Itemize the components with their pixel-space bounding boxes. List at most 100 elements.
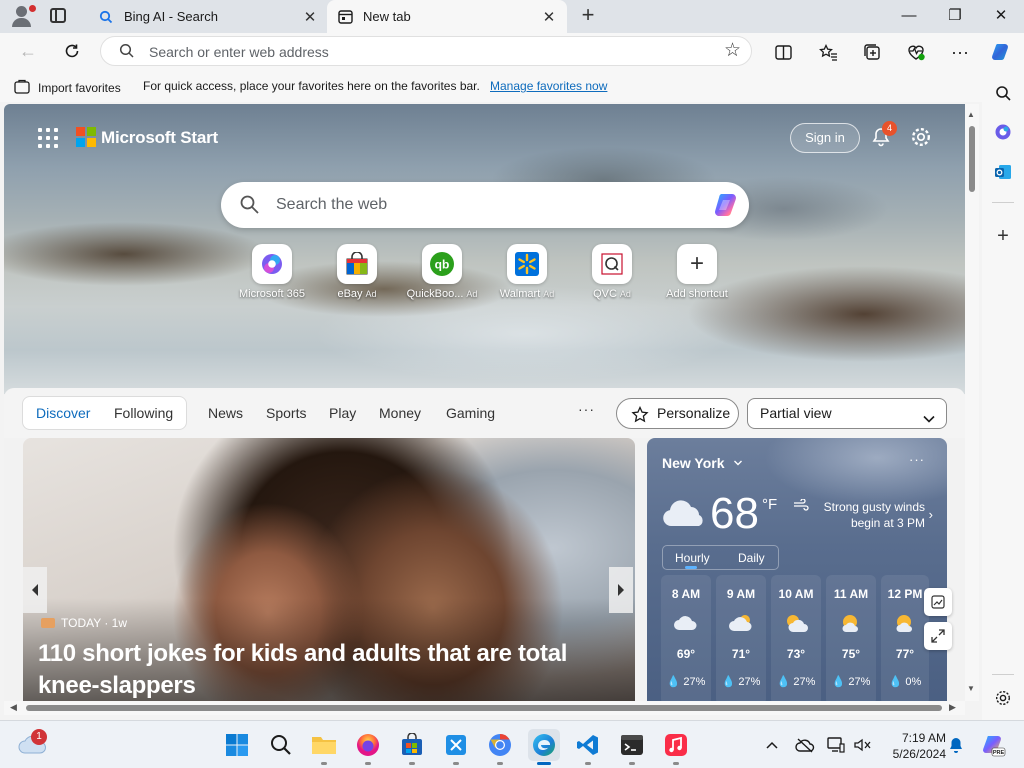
file-explorer-icon[interactable]: [308, 729, 340, 765]
address-bar[interactable]: Search or enter web address ☆: [100, 36, 752, 66]
vscode-icon[interactable]: [572, 729, 604, 765]
personalize-button[interactable]: Personalize: [616, 398, 739, 429]
brand-title[interactable]: Microsoft Start: [101, 128, 218, 148]
view-mode-dropdown[interactable]: Partial view: [747, 398, 947, 429]
firefox-icon[interactable]: [352, 729, 384, 765]
close-tab-icon[interactable]: ✕: [541, 8, 557, 26]
settings-more-icon[interactable]: ···: [949, 41, 971, 63]
tab-money[interactable]: Money: [379, 405, 421, 421]
scroll-left-arrow-icon[interactable]: ◀: [10, 702, 17, 713]
web-search-box[interactable]: Search the web: [221, 182, 749, 228]
search-icon[interactable]: [265, 729, 297, 761]
address-input[interactable]: Search or enter web address: [149, 44, 329, 60]
import-favorites-button[interactable]: Import favorites: [14, 79, 121, 97]
manage-favorites-link[interactable]: Manage favorites now: [490, 79, 607, 93]
previous-slide-button[interactable]: [23, 567, 47, 613]
split-screen-icon[interactable]: [772, 41, 794, 63]
open-weather-map-icon[interactable]: [924, 588, 952, 616]
refresh-button[interactable]: [58, 39, 86, 63]
daily-toggle[interactable]: Daily: [738, 551, 765, 565]
scroll-up-arrow-icon[interactable]: ▲: [967, 110, 975, 119]
onedrive-offline-icon[interactable]: [795, 735, 815, 755]
favorites-icon[interactable]: [817, 41, 839, 63]
notification-bell-icon[interactable]: [946, 735, 966, 755]
favorite-star-icon[interactable]: ☆: [724, 39, 741, 62]
tab-sports[interactable]: Sports: [266, 405, 306, 421]
edge-browser-icon[interactable]: [528, 729, 560, 765]
article-headline[interactable]: 110 short jokes for kids and adults that…: [38, 638, 598, 701]
quick-link-walmart[interactable]: Walmart Ad: [484, 244, 570, 300]
tab-play[interactable]: Play: [329, 405, 356, 421]
quick-link-label: QVC: [593, 288, 617, 300]
minimize-button[interactable]: —: [886, 4, 932, 28]
chrome-icon[interactable]: [484, 729, 516, 765]
copilot-icon[interactable]: [990, 41, 1012, 63]
tab-following[interactable]: Following: [114, 405, 173, 421]
page-settings-gear-icon[interactable]: [910, 126, 932, 148]
today-logo-icon: [41, 618, 55, 628]
add-sidebar-app-icon[interactable]: +: [992, 225, 1014, 247]
tab-new-tab[interactable]: New tab ✕: [327, 0, 567, 33]
terminal-icon[interactable]: [616, 729, 648, 765]
apps-launcher-icon[interactable]: [38, 128, 58, 148]
collections-icon[interactable]: [861, 41, 883, 63]
scroll-down-arrow-icon[interactable]: ▼: [967, 684, 975, 693]
microsoft-365-icon[interactable]: [992, 121, 1014, 143]
start-button[interactable]: [221, 729, 253, 761]
quick-link-ebay[interactable]: eBay Ad: [314, 244, 400, 300]
volume-muted-icon[interactable]: [852, 735, 872, 755]
quick-link-microsoft-365[interactable]: Microsoft 365: [229, 244, 315, 300]
profile-icon[interactable]: [8, 5, 36, 29]
network-display-icon[interactable]: [826, 735, 846, 755]
sign-in-button[interactable]: Sign in: [790, 123, 860, 153]
weather-card[interactable]: New York ··· 68 °F Strong gusty winds be…: [647, 438, 947, 701]
personalize-label: Personalize: [657, 405, 731, 421]
more-tabs-button[interactable]: ···: [578, 401, 595, 417]
copilot-preview-icon[interactable]: PRE: [980, 732, 1006, 758]
snipping-tool-icon[interactable]: [440, 729, 472, 765]
microsoft-store-icon[interactable]: [396, 729, 428, 765]
show-hidden-icons-chevron-icon[interactable]: [762, 735, 782, 755]
tab-gaming[interactable]: Gaming: [446, 405, 495, 421]
weather-location-selector[interactable]: New York: [662, 455, 743, 471]
weather-alert[interactable]: Strong gusty winds begin at 3 PM: [795, 499, 925, 531]
weather-more-button[interactable]: ···: [909, 452, 925, 467]
quick-link-qvc[interactable]: QVC Ad: [569, 244, 655, 300]
browser-essentials-icon[interactable]: [905, 41, 927, 63]
featured-article-card[interactable]: TODAY · 1w 110 short jokes for kids and …: [23, 438, 635, 701]
tab-actions-icon[interactable]: [50, 8, 66, 23]
hourly-toggle[interactable]: Hourly: [675, 551, 710, 565]
sidebar-divider: [992, 202, 1014, 203]
scroll-right-arrow-icon[interactable]: ▶: [949, 702, 956, 713]
next-slide-button[interactable]: [609, 567, 633, 613]
tab-bing-ai-search[interactable]: Bing AI - Search ✕: [88, 0, 328, 33]
add-shortcut-button[interactable]: + Add shortcut: [654, 244, 740, 300]
import-icon: [14, 79, 30, 97]
back-button[interactable]: ←: [14, 39, 42, 63]
new-tab-button[interactable]: +: [578, 4, 598, 28]
sidebar-settings-icon[interactable]: [992, 687, 1014, 709]
close-window-button[interactable]: ✕: [978, 4, 1024, 28]
restore-button[interactable]: ❐: [932, 4, 978, 28]
system-clock[interactable]: 7:19 AM 5/26/2024: [880, 730, 946, 762]
horizontal-scrollbar[interactable]: ◀ ▶: [4, 701, 965, 715]
new-tab-page-icon: [337, 9, 353, 25]
web-search-input[interactable]: Search the web: [276, 196, 387, 214]
chevron-right-icon: ›: [928, 507, 933, 522]
tab-discover[interactable]: Discover: [36, 405, 90, 421]
copilot-icon[interactable]: [711, 190, 741, 220]
quick-link-quickbooks[interactable]: qb QuickBoo... Ad: [399, 244, 485, 300]
partly-sunny-icon: [728, 613, 754, 633]
expand-icon[interactable]: [924, 622, 952, 650]
hourly-forecast: 8 AM 69° 💧 27% 9 AM 71° 💧 27% 10 AM 73° …: [661, 575, 947, 701]
search-icon[interactable]: [992, 82, 1014, 104]
clock-date: 5/26/2024: [892, 747, 946, 761]
close-tab-icon[interactable]: ✕: [302, 8, 318, 26]
horizontal-scroll-thumb[interactable]: [26, 705, 942, 711]
vertical-scrollbar[interactable]: ▲ ▼: [965, 104, 979, 701]
outlook-icon[interactable]: [992, 161, 1014, 183]
itunes-music-icon[interactable]: [660, 729, 692, 765]
temperature-unit[interactable]: °F: [762, 496, 777, 513]
tab-news[interactable]: News: [208, 405, 243, 421]
vertical-scroll-thumb[interactable]: [969, 126, 975, 192]
